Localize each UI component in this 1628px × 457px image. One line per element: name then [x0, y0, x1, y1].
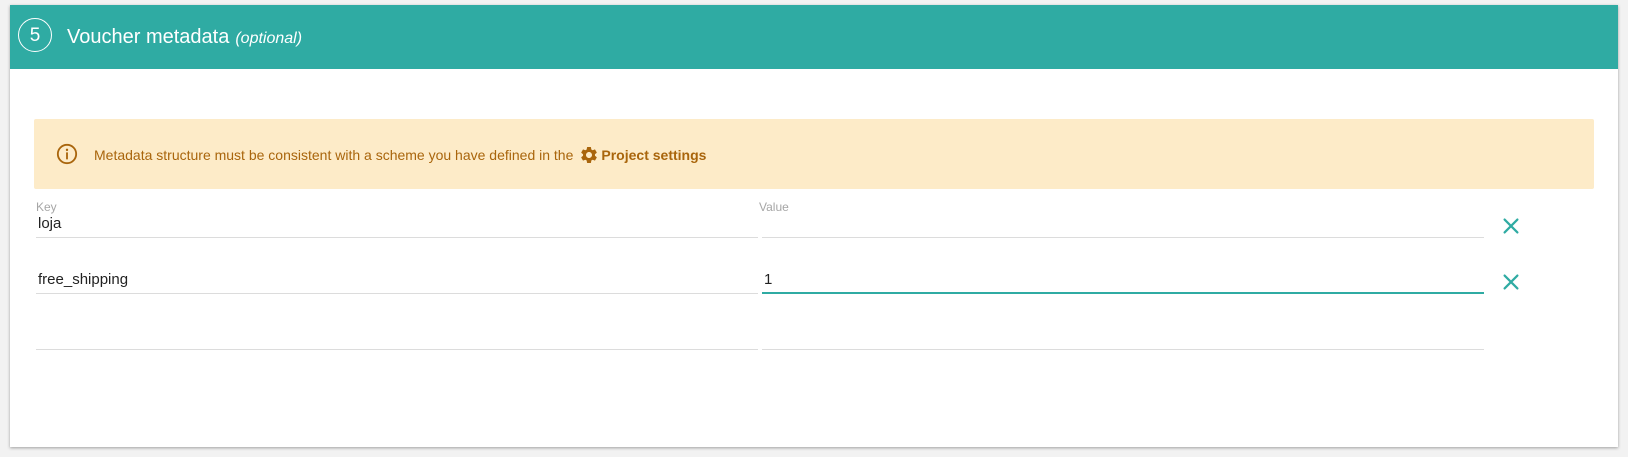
metadata-key-input[interactable]: loja: [36, 212, 758, 238]
info-circle-icon: [56, 143, 78, 165]
alert-message-text: Metadata structure must be consistent wi…: [94, 147, 574, 163]
project-settings-link[interactable]: Project settings: [579, 145, 706, 165]
metadata-key-input[interactable]: [36, 324, 758, 350]
close-icon[interactable]: [1500, 271, 1522, 293]
section-title: Voucher metadata (optional): [67, 25, 302, 51]
gear-icon: [581, 146, 598, 163]
section-title-text: Voucher metadata: [67, 26, 230, 48]
metadata-value-input[interactable]: [762, 212, 1484, 238]
step-number-badge: 5: [18, 18, 52, 52]
alert-message: Metadata structure must be consistent wi…: [94, 145, 706, 165]
section-header: 5 Voucher metadata (optional): [10, 5, 1618, 69]
close-icon[interactable]: [1500, 215, 1522, 237]
metadata-value-input[interactable]: 1: [762, 268, 1484, 294]
metadata-key-input[interactable]: free_shipping: [36, 268, 758, 294]
metadata-value-input[interactable]: [762, 324, 1484, 350]
voucher-metadata-card: 5 Voucher metadata (optional) Metadata st…: [10, 5, 1618, 447]
info-alert: Metadata structure must be consistent wi…: [34, 119, 1594, 189]
project-settings-label: Project settings: [601, 147, 707, 163]
optional-label: (optional): [235, 30, 303, 47]
